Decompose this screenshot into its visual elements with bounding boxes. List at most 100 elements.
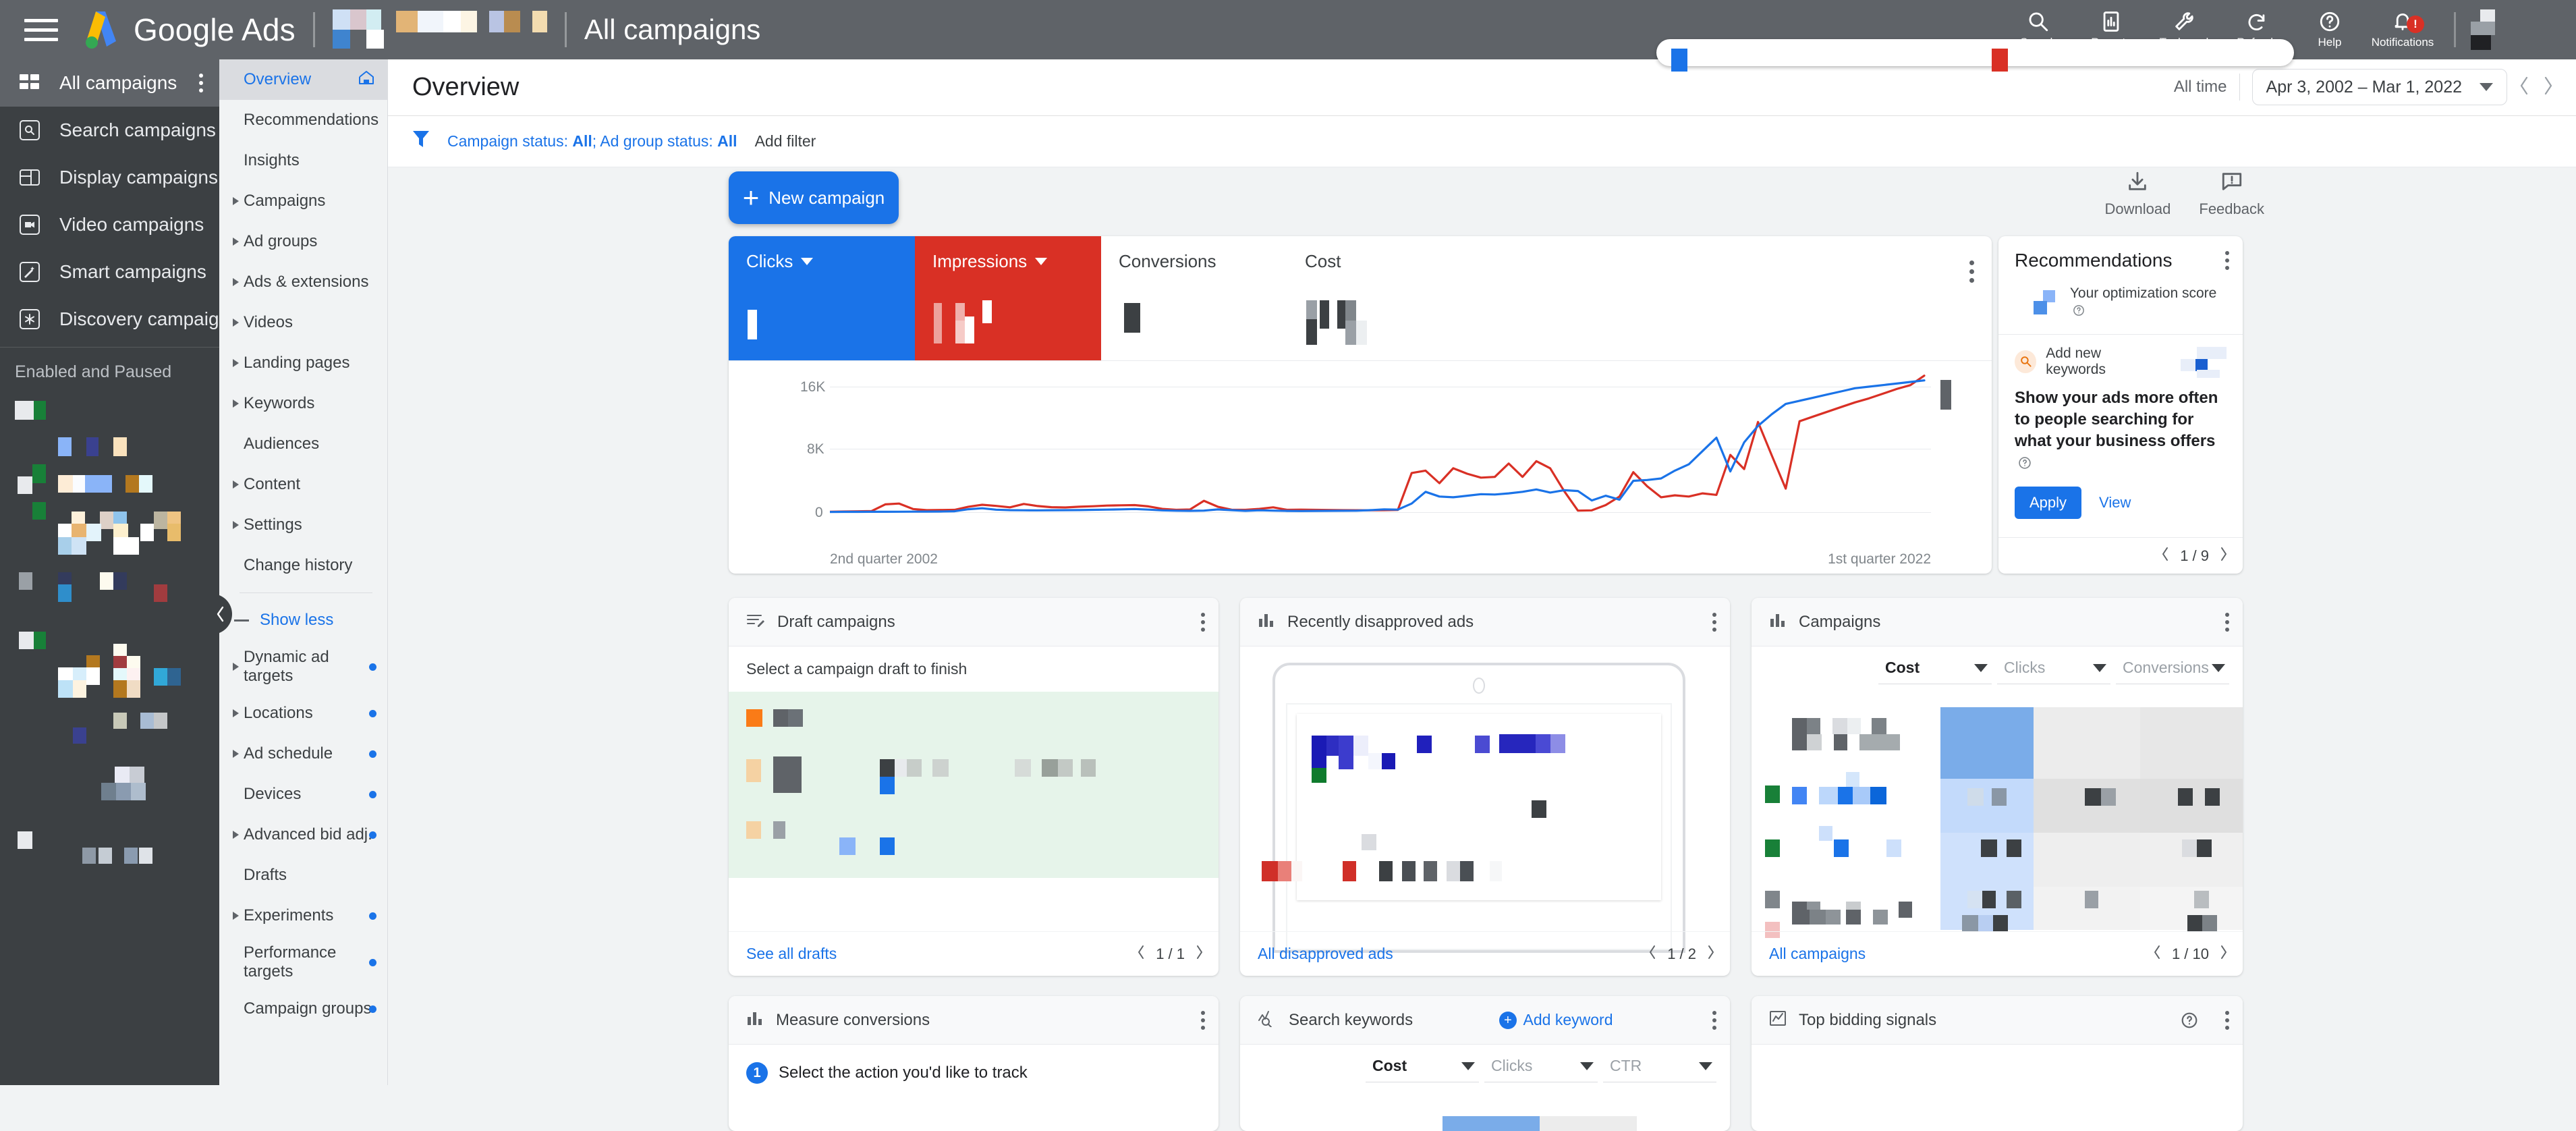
prev-page-button[interactable] (1647, 944, 1658, 964)
feedback-icon (2220, 170, 2243, 196)
new-campaign-button[interactable]: + New campaign (729, 171, 899, 224)
help-circle-icon[interactable] (2018, 454, 2032, 476)
sidebar-item-video-campaigns[interactable]: Video campaigns (0, 201, 219, 248)
chevron-down-icon (1974, 663, 1988, 672)
sidebar-item-keywords[interactable]: Keywords (219, 383, 387, 424)
sidebar-item-landing-pages[interactable]: Landing pages (219, 343, 387, 383)
sidebar-item-performance-targets[interactable]: Performance targets (219, 936, 387, 989)
add-keyword-button[interactable]: + Add keyword (1499, 1011, 1613, 1029)
chevron-down-icon (2212, 663, 2225, 672)
menu-icon[interactable] (24, 16, 62, 43)
prev-recommendation-button[interactable] (2160, 546, 2171, 566)
card-overflow-menu[interactable] (2225, 1010, 2229, 1030)
view-button[interactable]: View (2099, 494, 2131, 512)
help-button[interactable]: Help (2293, 10, 2366, 49)
next-page-button[interactable] (2218, 944, 2229, 964)
sidebar-item-devices[interactable]: Devices (219, 774, 387, 815)
sidebar-item-campaigns[interactable]: Campaigns (219, 181, 387, 221)
help-circle-icon[interactable] (2073, 304, 2085, 321)
draft-campaign-row[interactable] (729, 692, 1219, 878)
sidebar-item-experiments[interactable]: Experiments (219, 895, 387, 936)
all-campaigns-link[interactable]: All campaigns (1769, 945, 1866, 963)
conversion-setup-step[interactable]: 1 Select the action you'd like to track (729, 1045, 1219, 1084)
recommendations-page-indicator: 1 / 9 (2180, 547, 2209, 564)
next-recommendation-button[interactable] (2218, 546, 2229, 566)
sidebar-item-recommendations[interactable]: Recommendations (219, 100, 387, 140)
prev-period-button[interactable] (2517, 74, 2531, 101)
recommendations-overflow-menu[interactable] (2225, 251, 2229, 270)
sidebar-item-locations[interactable]: Locations (219, 693, 387, 734)
next-page-button[interactable] (1194, 944, 1205, 964)
download-button[interactable]: Download (2105, 170, 2171, 218)
top-bidding-signals-card: Top bidding signals (1752, 996, 2243, 1131)
card-header: Search keywords + Add keyword (1240, 996, 1730, 1045)
sidebar-item-ads-extensions[interactable]: Ads & extensions (219, 262, 387, 302)
card-overflow-menu[interactable] (2225, 612, 2229, 632)
sidebar-item-settings[interactable]: Settings (219, 505, 387, 545)
kpi-label: Impressions (932, 251, 1028, 271)
sidebar-item-overview[interactable]: Overview (219, 59, 387, 100)
sidebar-item-all-campaigns[interactable]: All campaigns (0, 59, 219, 107)
sidebar-item-display-campaigns[interactable]: Display campaigns (0, 154, 219, 201)
filter-icon[interactable] (412, 130, 430, 153)
add-filter-button[interactable]: Add filter (755, 132, 816, 150)
sidebar-item-ad-schedule[interactable]: Ad schedule (219, 734, 387, 774)
campaigns-card: Campaigns Cost Clicks Conversions All ca… (1752, 598, 2243, 976)
sidebar-item-audiences[interactable]: Audiences (219, 424, 387, 464)
sidebar-item-ad-groups[interactable]: Ad groups (219, 221, 387, 262)
sidebar-item-discovery-campaigns[interactable]: Discovery campaigns (0, 296, 219, 343)
metric-selector-clicks[interactable]: Clicks (1997, 659, 2110, 684)
metric-selector-cost[interactable]: Cost (1878, 659, 1992, 684)
sidebar-item-search-campaigns[interactable]: Search campaigns (0, 107, 219, 154)
sidebar-item-smart-campaigns[interactable]: Smart campaigns (0, 248, 219, 296)
sidebar-overflow-menu[interactable] (199, 74, 203, 92)
kpi-tile-clicks[interactable]: Clicks (729, 236, 915, 360)
see-all-drafts-link[interactable]: See all drafts (746, 945, 837, 963)
optimization-score-row[interactable]: Your optimization score (1998, 281, 2243, 335)
next-period-button[interactable] (2541, 74, 2556, 101)
next-page-button[interactable] (1706, 944, 1716, 964)
sidebar-item-videos[interactable]: Videos (219, 302, 387, 343)
redacted-campaign-list[interactable] (0, 389, 219, 1050)
filter-chip-status[interactable]: Campaign status: All; Ad group status: A… (447, 132, 737, 150)
prev-page-button[interactable] (1136, 944, 1146, 964)
metric-selector-cost[interactable]: Cost (1366, 1057, 1479, 1082)
help-circle-icon[interactable] (2181, 1012, 2198, 1029)
notifications-button[interactable]: ! Notifications (2366, 10, 2439, 49)
sidebar-item-insights[interactable]: Insights (219, 140, 387, 181)
sidebar-label: Discovery campaigns (59, 308, 219, 329)
sidebar-item-drafts[interactable]: Drafts (219, 855, 387, 895)
kpi-name-row: Clicks (746, 251, 897, 272)
card-overflow-menu[interactable] (1201, 1010, 1205, 1030)
card-overflow-menu[interactable] (1712, 612, 1716, 632)
campaigns-table-redacted[interactable] (1752, 707, 2243, 938)
avatar[interactable] (2471, 9, 2495, 50)
sidebar-item-advanced-bid-adj[interactable]: Advanced bid adj. (219, 815, 387, 855)
show-less-button[interactable]: Show less (219, 600, 387, 640)
card-overflow-menu[interactable] (1201, 612, 1205, 632)
sidebar-item-change-history[interactable]: Change history (219, 545, 387, 586)
sidebar-item-content[interactable]: Content (219, 464, 387, 505)
page-indicator: 1 / 10 (2171, 945, 2209, 962)
sidebar-item-campaign-groups[interactable]: Campaign groups (219, 989, 387, 1029)
prev-page-button[interactable] (2152, 944, 2162, 964)
account-selector-redacted[interactable] (332, 9, 547, 50)
kpi-tile-impressions[interactable]: Impressions (915, 236, 1101, 360)
apply-button[interactable]: Apply (2015, 487, 2082, 520)
download-label: Download (2104, 200, 2171, 217)
card-overflow-menu[interactable] (1712, 1010, 1716, 1030)
kpi-tile-cost[interactable]: Cost (1287, 236, 1474, 360)
metric-selector-conversions[interactable]: Conversions (2116, 659, 2229, 684)
kpi-tile-conversions[interactable]: Conversions (1101, 236, 1287, 360)
card-title: Search keywords (1289, 1010, 1413, 1029)
sidebar-item-dynamic-ad-targets[interactable]: Dynamic ad targets (219, 640, 387, 693)
performance-card-overflow-menu[interactable] (1969, 260, 1974, 283)
google-ads-logo[interactable]: Google Ads (82, 9, 296, 51)
google-ads-mark-icon (82, 9, 119, 51)
metric-selector-clicks[interactable]: Clicks (1484, 1057, 1598, 1082)
feedback-button[interactable]: Feedback (2199, 170, 2264, 218)
date-range-picker[interactable]: Apr 3, 2002 – Mar 1, 2022 (2251, 69, 2507, 105)
campaigns-metric-selectors: Cost Clicks Conversions (1752, 646, 2243, 684)
metric-selector-ctr[interactable]: CTR (1603, 1057, 1716, 1082)
all-disapproved-ads-link[interactable]: All disapproved ads (1258, 945, 1393, 963)
